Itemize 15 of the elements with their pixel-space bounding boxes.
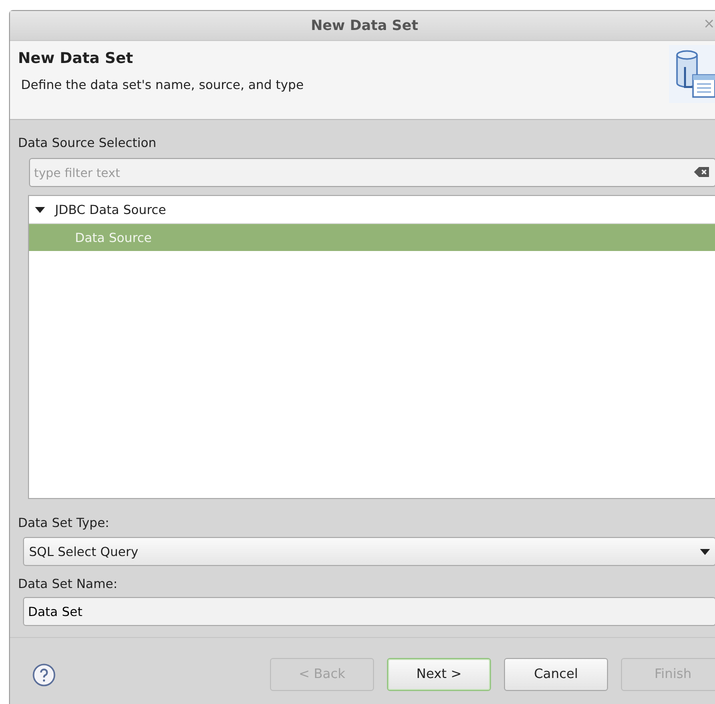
- type-dropdown[interactable]: SQL Select Query: [23, 537, 715, 566]
- window-title: New Data Set: [310, 18, 418, 34]
- dropdown-arrow-icon: [700, 548, 710, 554]
- name-field[interactable]: Data Set: [23, 597, 715, 626]
- help-icon[interactable]: [32, 662, 56, 686]
- field-label: Data Set Type:: [18, 515, 110, 530]
- clear-icon[interactable]: [694, 166, 710, 178]
- expand-arrow-icon[interactable]: [35, 204, 45, 214]
- page-title: New Data Set: [18, 49, 134, 67]
- filter-field[interactable]: type filter text: [29, 158, 715, 187]
- wizard-button[interactable]: Next >: [387, 658, 491, 691]
- field-label: Data Set Name:: [18, 576, 118, 591]
- wizard-button[interactable]: Cancel: [504, 658, 608, 691]
- page-description: Define the data set's name, source, and type: [21, 77, 304, 92]
- section-label: Data Source Selection: [18, 135, 158, 150]
